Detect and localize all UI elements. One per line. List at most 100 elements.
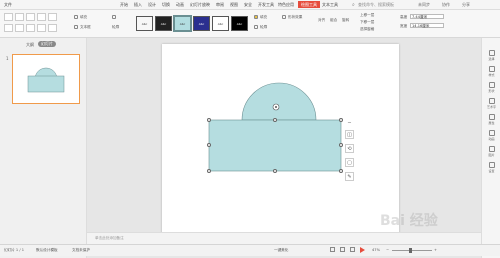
sidebar-wordart[interactable]: 艺术字 (484, 98, 499, 109)
normal-view-icon[interactable] (330, 247, 335, 252)
resize-handle-ne[interactable] (339, 118, 343, 122)
effect-icon[interactable] (282, 15, 286, 19)
tab-outline[interactable]: 大纲 (26, 42, 34, 48)
sorter-view-icon[interactable] (340, 247, 345, 252)
shape-gallery-item[interactable] (26, 24, 35, 32)
resize-handle-n[interactable] (273, 118, 277, 122)
collab-button[interactable]: 协作 (442, 2, 450, 8)
rotate-button[interactable]: 旋转 (342, 18, 349, 23)
sidebar-style[interactable]: 样式 (484, 66, 499, 77)
shape-gallery-item[interactable] (48, 24, 57, 32)
sidebar-animation[interactable]: 动画 (484, 130, 499, 141)
layer-icon[interactable]: ◫ (345, 130, 354, 139)
shape-gallery-item[interactable] (37, 24, 46, 32)
play-icon[interactable] (360, 247, 365, 253)
width-input[interactable]: 14.16厘米 (410, 23, 444, 28)
slide-content (208, 82, 342, 172)
menu-text-tools[interactable]: 文本工具 (322, 2, 338, 8)
menu-special[interactable]: 特色应用 (278, 2, 294, 8)
outline-icon[interactable] (254, 25, 258, 29)
sidebar-shape[interactable]: 形状 (484, 82, 499, 93)
outline-label[interactable]: 轮廓 (112, 25, 119, 30)
shape-fill-button[interactable]: 填充 (260, 15, 267, 20)
bring-forward-button[interactable]: 上移一层 (360, 13, 374, 18)
text-box-icon[interactable] (74, 25, 78, 29)
edit-shape-icon[interactable] (74, 15, 78, 19)
collapse-icon[interactable]: − (345, 118, 354, 127)
slide[interactable]: − ◫ ⟲ ▢ ✎ (162, 44, 399, 252)
tab-slides[interactable]: 幻灯片 (38, 41, 56, 47)
sync-status[interactable]: 未同步 (418, 2, 430, 8)
slide-thumbnail[interactable] (12, 54, 80, 104)
beautify-button[interactable]: 一键美化 (274, 248, 288, 253)
menu-drawing-tools[interactable]: 绘图工具 (298, 1, 320, 8)
search-icon[interactable]: ⌕ (352, 2, 355, 8)
sidebar-select[interactable]: 选择 (484, 50, 499, 61)
zoom-value[interactable]: 47% (372, 248, 380, 252)
status-bar: 幻灯片 1 / 1 默认设计模板 文档未保护 一键美化 47% − + (0, 244, 500, 256)
zoom-slider-thumb[interactable] (409, 248, 412, 253)
menu-developer[interactable]: 开发工具 (258, 2, 274, 8)
menu-view[interactable]: 视图 (230, 2, 238, 8)
thumbnail-shape (27, 67, 65, 93)
style-box-4[interactable]: Abc (193, 16, 210, 31)
zoom-out-button[interactable]: − (386, 248, 389, 252)
reading-view-icon[interactable] (350, 247, 355, 252)
height-input[interactable]: 7.44厘米 (410, 14, 444, 19)
style-box-3[interactable]: Abc (173, 15, 192, 32)
right-sidebar: 选择 样式 形状 艺术字 属性 动画 图片 设置 (481, 38, 500, 258)
sidebar-picture[interactable]: 图片 (484, 146, 499, 157)
style-box-6[interactable]: Abc (231, 16, 248, 31)
zoom-in-button[interactable]: + (434, 248, 437, 252)
shape-gallery-item[interactable] (15, 24, 24, 32)
pen-icon[interactable]: ✎ (345, 172, 354, 181)
align-button[interactable]: 对齐 (318, 18, 325, 23)
shape-gallery-item[interactable] (37, 13, 46, 21)
crop-icon[interactable]: ⟲ (345, 144, 354, 153)
shape-gallery-item[interactable] (48, 13, 57, 21)
fill-icon[interactable] (254, 15, 258, 19)
animation-icon (488, 130, 495, 136)
menu-transition[interactable]: 切换 (162, 2, 170, 8)
shape-gallery-item[interactable] (4, 24, 13, 32)
menu-review[interactable]: 审阅 (216, 2, 224, 8)
style-box-5[interactable]: Abc (212, 16, 229, 31)
resize-handle-e[interactable] (339, 143, 343, 147)
shape-outline-button[interactable]: 轮廓 (260, 25, 267, 30)
menu-slideshow[interactable]: 幻灯片放映 (190, 2, 210, 8)
menu-animation[interactable]: 动画 (176, 2, 184, 8)
resize-handle-s[interactable] (273, 169, 277, 173)
shape-gallery-item[interactable] (4, 13, 13, 21)
resize-handle-w[interactable] (207, 143, 211, 147)
resize-handle-sw[interactable] (207, 169, 211, 173)
semicircle-shape (241, 82, 317, 121)
rectangle-shape (208, 119, 342, 172)
shape-gallery-item[interactable] (26, 13, 35, 21)
doc-protect-status[interactable]: 文档未保护 (72, 248, 90, 253)
sidebar-property[interactable]: 属性 (484, 114, 499, 125)
share-button[interactable]: 分享 (462, 2, 470, 8)
merge-shape-icon[interactable] (112, 15, 116, 19)
group-button[interactable]: 组合 (330, 18, 337, 23)
shape-effect-button[interactable]: 形状效果 (288, 15, 302, 20)
search-command[interactable]: 查找命令、搜索模板 (358, 2, 394, 8)
send-backward-button[interactable]: 下移一层 (360, 20, 374, 25)
sidebar-settings[interactable]: 设置 (484, 162, 499, 173)
style-box-2[interactable]: Abc (155, 16, 172, 31)
menu-insert[interactable]: 插入 (134, 2, 142, 8)
menu-design[interactable]: 设计 (148, 2, 156, 8)
resize-handle-se[interactable] (339, 169, 343, 173)
frame-icon[interactable]: ▢ (345, 158, 354, 167)
menu-security[interactable]: 安全 (244, 2, 252, 8)
shape-gallery-item[interactable] (15, 13, 24, 21)
zoom-slider[interactable] (392, 250, 432, 251)
selection-pane-button[interactable]: 选择窗格 (360, 27, 374, 32)
resize-handle-nw[interactable] (207, 118, 211, 122)
text-box-button[interactable]: 文本框 (80, 25, 91, 30)
notes-pane[interactable]: 单击此处添加备注 (87, 232, 481, 244)
style-box-1[interactable]: Abc (136, 16, 153, 31)
fill-label[interactable]: 填充 (80, 15, 87, 20)
menu-file[interactable]: 文件 (4, 2, 12, 8)
menu-home[interactable]: 开始 (120, 2, 128, 8)
slide-number: 1 (6, 56, 9, 61)
